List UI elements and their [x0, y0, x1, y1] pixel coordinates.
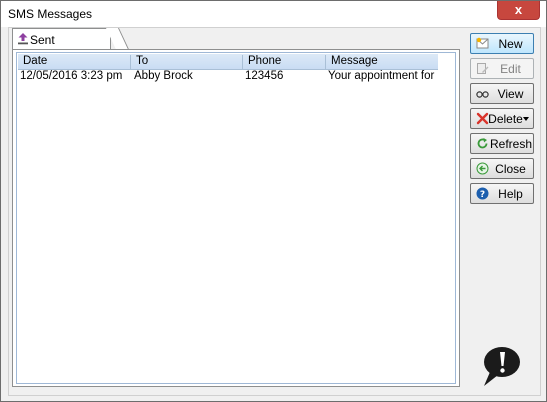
refresh-button-label: Refresh: [490, 137, 533, 151]
close-button-label: Close: [495, 162, 526, 176]
sms-messages-window: SMS Messages x Sent Messages Date To Pho…: [0, 0, 547, 402]
delete-button-label: Delete: [488, 112, 523, 126]
edit-icon: [477, 63, 489, 74]
svg-text:?: ?: [480, 190, 485, 200]
upload-icon: [18, 33, 28, 45]
delete-button[interactable]: Delete: [470, 108, 534, 129]
help-icon: ?: [476, 187, 489, 200]
view-button-label: View: [497, 87, 524, 101]
tab-sent-messages[interactable]: Sent Messages: [12, 28, 111, 61]
table-row[interactable]: 12/05/2016 3:23 pm Abby Brock 123456 You…: [18, 70, 438, 84]
new-message-icon: [476, 37, 489, 49]
close-button[interactable]: Close: [470, 158, 534, 179]
window-title: SMS Messages: [8, 7, 93, 21]
refresh-button[interactable]: Refresh: [470, 133, 534, 154]
cell-message: Your appointment for ...: [328, 70, 438, 82]
column-header-to[interactable]: To: [131, 55, 243, 69]
column-header-message[interactable]: Message: [326, 55, 438, 69]
edit-button[interactable]: Edit: [470, 58, 534, 79]
cell-date: 12/05/2016 3:23 pm: [20, 70, 123, 82]
cell-to: Abby Brock: [134, 70, 193, 82]
view-button[interactable]: View: [470, 83, 534, 104]
refresh-icon: [477, 138, 488, 149]
title-bar[interactable]: SMS Messages x: [1, 1, 546, 27]
window-close-button[interactable]: x: [497, 1, 540, 20]
close-icon: x: [514, 2, 523, 17]
new-button-label: New: [498, 37, 523, 51]
new-button[interactable]: New: [470, 33, 534, 54]
help-button-label: Help: [498, 187, 523, 201]
dropdown-arrow-icon: [523, 117, 529, 121]
glasses-icon: [476, 91, 489, 98]
edit-button-label: Edit: [500, 62, 521, 76]
column-header-phone[interactable]: Phone: [243, 55, 326, 69]
exclamation-speech-bubble-icon: [484, 347, 520, 386]
cell-phone: 123456: [245, 70, 284, 82]
list-header: Date To Phone Message: [18, 54, 438, 70]
column-header-date[interactable]: Date: [18, 55, 131, 69]
back-arrow-icon: [476, 162, 489, 175]
help-button[interactable]: ? Help: [470, 183, 534, 204]
messages-list[interactable]: Date To Phone Message 12/05/2016 3:23 pm…: [16, 52, 456, 384]
